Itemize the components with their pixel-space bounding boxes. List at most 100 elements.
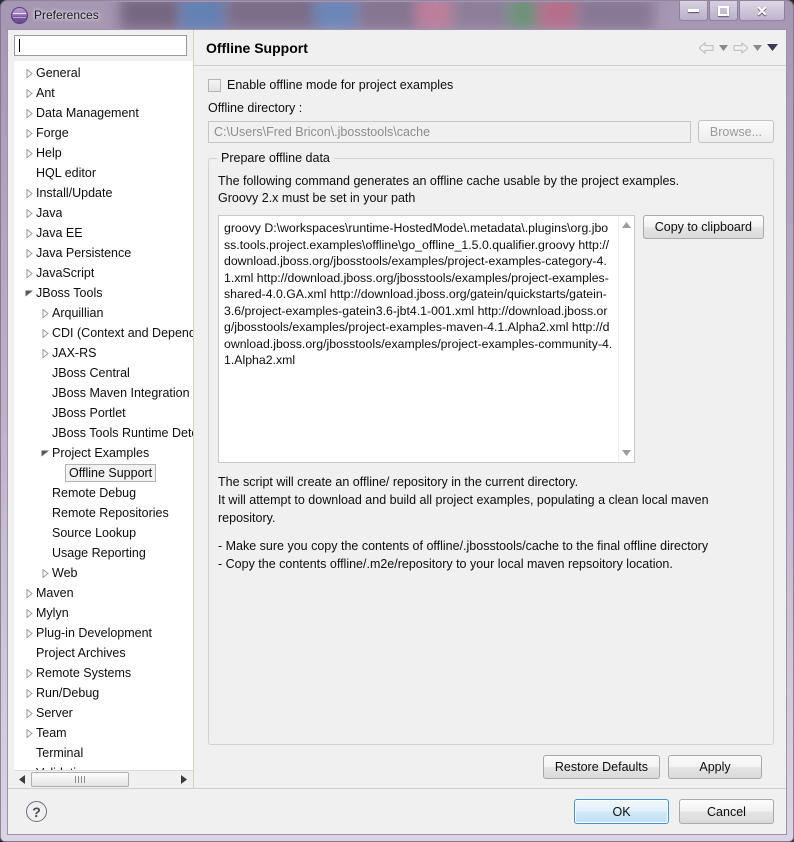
tree-item-remote-debug[interactable]: Remote Debug bbox=[14, 483, 193, 503]
tree-item-jboss-portlet[interactable]: JBoss Portlet bbox=[14, 403, 193, 423]
tree-item-javascript[interactable]: JavaScript bbox=[14, 263, 193, 283]
maximize-button[interactable] bbox=[709, 1, 738, 21]
chevron-right-icon[interactable] bbox=[22, 709, 36, 718]
hscroll-thumb[interactable] bbox=[31, 772, 129, 787]
scroll-down-icon[interactable] bbox=[619, 447, 633, 459]
chevron-right-icon[interactable] bbox=[22, 689, 36, 698]
command-textarea[interactable]: groovy D:\workspaces\runtime-HostedMode\… bbox=[218, 215, 635, 463]
restore-defaults-button[interactable]: Restore Defaults bbox=[543, 755, 660, 779]
forward-dropdown-icon[interactable] bbox=[753, 45, 762, 51]
tree-item-java-ee[interactable]: Java EE bbox=[14, 223, 193, 243]
tree-item-mylyn[interactable]: Mylyn bbox=[14, 603, 193, 623]
hscroll-track[interactable] bbox=[31, 771, 176, 788]
tree-item-jax-rs[interactable]: JAX-RS bbox=[14, 343, 193, 363]
tree-item-team[interactable]: Team bbox=[14, 723, 193, 743]
tree-item-arquillian[interactable]: Arquillian bbox=[14, 303, 193, 323]
cancel-button[interactable]: Cancel bbox=[679, 799, 774, 824]
ok-button[interactable]: OK bbox=[574, 799, 669, 824]
window-title: Preferences bbox=[34, 8, 99, 22]
copy-to-clipboard-button[interactable]: Copy to clipboard bbox=[643, 215, 764, 239]
tree-item-cdi-context-and-dependency-injection[interactable]: CDI (Context and Dependency Injection) bbox=[14, 323, 193, 343]
filter-input[interactable] bbox=[14, 35, 187, 56]
tree-item-jboss-tools-runtime-detection[interactable]: JBoss Tools Runtime Detection bbox=[14, 423, 193, 443]
tree-item-usage-reporting[interactable]: Usage Reporting bbox=[14, 543, 193, 563]
page-body: Enable offline mode for project examples… bbox=[194, 66, 786, 788]
tree-item-label: Remote Systems bbox=[36, 666, 131, 680]
tree-item-project-archives[interactable]: Project Archives bbox=[14, 643, 193, 663]
chevron-right-icon[interactable] bbox=[38, 349, 52, 358]
chevron-right-icon[interactable] bbox=[22, 69, 36, 78]
tree-item-java[interactable]: Java bbox=[14, 203, 193, 223]
enable-offline-row[interactable]: Enable offline mode for project examples bbox=[208, 78, 774, 92]
tree-item-data-management[interactable]: Data Management bbox=[14, 103, 193, 123]
browse-button[interactable]: Browse... bbox=[698, 120, 774, 143]
tree-item-forge[interactable]: Forge bbox=[14, 123, 193, 143]
preference-tree[interactable]: GeneralAntData ManagementForgeHelpHQL ed… bbox=[14, 61, 193, 770]
tree-item-hql-editor[interactable]: HQL editor bbox=[14, 163, 193, 183]
help-icon[interactable]: ? bbox=[26, 801, 47, 822]
tree-item-java-persistence[interactable]: Java Persistence bbox=[14, 243, 193, 263]
chevron-right-icon[interactable] bbox=[22, 109, 36, 118]
scroll-left-icon[interactable] bbox=[14, 771, 31, 788]
chevron-right-icon[interactable] bbox=[22, 629, 36, 638]
offline-directory-input[interactable]: C:\Users\Fred Bricon\.jbosstools\cache bbox=[208, 121, 691, 143]
chevron-right-icon[interactable] bbox=[22, 149, 36, 158]
tree-item-validation[interactable]: Validation bbox=[14, 763, 193, 770]
chevron-down-icon[interactable] bbox=[38, 450, 52, 457]
command-vertical-scrollbar[interactable] bbox=[618, 216, 634, 462]
chevron-right-icon[interactable] bbox=[22, 249, 36, 258]
back-arrow-icon[interactable] bbox=[699, 42, 714, 54]
chevron-down-icon[interactable] bbox=[22, 290, 36, 297]
tree-item-jboss-tools[interactable]: JBoss Tools bbox=[14, 283, 193, 303]
back-dropdown-icon[interactable] bbox=[719, 45, 728, 51]
tree-item-terminal[interactable]: Terminal bbox=[14, 743, 193, 763]
chevron-right-icon[interactable] bbox=[22, 229, 36, 238]
chevron-right-icon[interactable] bbox=[22, 729, 36, 738]
view-menu-dropdown-icon[interactable] bbox=[767, 44, 778, 51]
tree-item-web[interactable]: Web bbox=[14, 563, 193, 583]
tree-item-install-update[interactable]: Install/Update bbox=[14, 183, 193, 203]
tree-item-plug-in-development[interactable]: Plug-in Development bbox=[14, 623, 193, 643]
chevron-right-icon[interactable] bbox=[38, 309, 52, 318]
tree-item-help[interactable]: Help bbox=[14, 143, 193, 163]
chevron-right-icon[interactable] bbox=[38, 329, 52, 338]
group-title: Prepare offline data bbox=[217, 151, 334, 165]
title-bar[interactable]: Preferences ✕ bbox=[7, 1, 787, 29]
tree-horizontal-scrollbar[interactable] bbox=[14, 770, 193, 788]
page-header: Offline Support bbox=[194, 30, 786, 66]
tree-item-project-examples[interactable]: Project Examples bbox=[14, 443, 193, 463]
page-title: Offline Support bbox=[206, 40, 699, 56]
enable-offline-checkbox[interactable] bbox=[208, 79, 221, 92]
tree-item-label: Install/Update bbox=[36, 186, 112, 200]
tree-item-maven[interactable]: Maven bbox=[14, 583, 193, 603]
tree-item-jboss-central[interactable]: JBoss Central bbox=[14, 363, 193, 383]
chevron-right-icon[interactable] bbox=[22, 589, 36, 598]
scroll-right-icon[interactable] bbox=[176, 771, 193, 788]
tree-item-remote-systems[interactable]: Remote Systems bbox=[14, 663, 193, 683]
chevron-right-icon[interactable] bbox=[22, 609, 36, 618]
chevron-right-icon[interactable] bbox=[22, 189, 36, 198]
apply-button[interactable]: Apply bbox=[668, 755, 762, 779]
tree-item-label: Terminal bbox=[36, 746, 83, 760]
close-button[interactable]: ✕ bbox=[739, 1, 785, 21]
tree-item-remote-repositories[interactable]: Remote Repositories bbox=[14, 503, 193, 523]
tree-item-label: JBoss Central bbox=[52, 366, 130, 380]
tree-item-offline-support[interactable]: Offline Support bbox=[14, 463, 193, 483]
chevron-right-icon[interactable] bbox=[22, 669, 36, 678]
tree-item-run-debug[interactable]: Run/Debug bbox=[14, 683, 193, 703]
chevron-right-icon[interactable] bbox=[38, 569, 52, 578]
minimize-button[interactable] bbox=[679, 1, 708, 21]
chevron-right-icon[interactable] bbox=[22, 89, 36, 98]
chevron-right-icon[interactable] bbox=[22, 129, 36, 138]
tree-item-jboss-maven-integration[interactable]: JBoss Maven Integration bbox=[14, 383, 193, 403]
forward-arrow-icon[interactable] bbox=[733, 42, 748, 54]
chevron-right-icon[interactable] bbox=[22, 269, 36, 278]
preferences-globe-icon bbox=[11, 7, 28, 24]
text-caret bbox=[19, 39, 20, 52]
chevron-right-icon[interactable] bbox=[22, 209, 36, 218]
tree-item-source-lookup[interactable]: Source Lookup bbox=[14, 523, 193, 543]
tree-item-general[interactable]: General bbox=[14, 63, 193, 83]
tree-item-ant[interactable]: Ant bbox=[14, 83, 193, 103]
scroll-up-icon[interactable] bbox=[619, 219, 633, 231]
tree-item-server[interactable]: Server bbox=[14, 703, 193, 723]
